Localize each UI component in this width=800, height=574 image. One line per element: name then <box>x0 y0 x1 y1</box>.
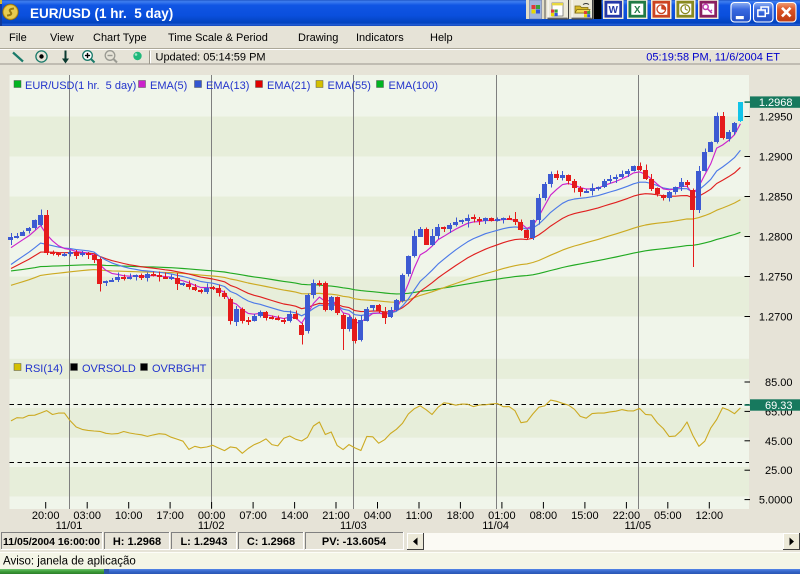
svg-text:11/04: 11/04 <box>482 520 509 532</box>
svg-text:H: 1.2968: H: 1.2968 <box>113 536 161 548</box>
svg-text:11/05/2004 16:00:00: 11/05/2004 16:00:00 <box>3 536 100 548</box>
svg-text:11/01: 11/01 <box>56 520 83 532</box>
svg-text:Indicators: Indicators <box>356 32 404 44</box>
svg-text:X: X <box>634 5 641 16</box>
svg-text:11/02: 11/02 <box>198 520 225 532</box>
svg-text:1.2800: 1.2800 <box>759 232 793 244</box>
svg-text:08:00: 08:00 <box>530 510 558 522</box>
svg-text:05:19:58 PM, 11/6/2004 ET: 05:19:58 PM, 11/6/2004 ET <box>646 52 780 64</box>
svg-text:17:00: 17:00 <box>156 510 184 522</box>
svg-text:L: 1.2943: L: 1.2943 <box>180 536 227 548</box>
svg-text:PV: -13.6054: PV: -13.6054 <box>322 536 387 548</box>
svg-text:5.0000: 5.0000 <box>759 495 793 507</box>
svg-text:05:00: 05:00 <box>654 510 682 522</box>
svg-text:EMA(100): EMA(100) <box>389 80 439 92</box>
svg-text:25.00: 25.00 <box>765 465 793 477</box>
svg-text:EUR/USD(1 hr. 5 day): EUR/USD(1 hr. 5 day) <box>25 80 136 92</box>
svg-text:1.2750: 1.2750 <box>759 272 793 284</box>
svg-text:11/05: 11/05 <box>624 520 651 532</box>
svg-text:EMA(21): EMA(21) <box>267 80 310 92</box>
svg-text:C: 1.2968: C: 1.2968 <box>247 536 295 548</box>
svg-text:1.2950: 1.2950 <box>759 112 793 124</box>
svg-text:Aviso: janela de aplicação: Aviso: janela de aplicação <box>3 556 136 568</box>
svg-text:View: View <box>50 32 74 44</box>
svg-text:15:00: 15:00 <box>571 510 599 522</box>
svg-text:EMA(55): EMA(55) <box>328 80 371 92</box>
svg-text:11/03: 11/03 <box>340 520 367 532</box>
svg-text:Time Scale & Period: Time Scale & Period <box>168 32 268 44</box>
svg-text:14:00: 14:00 <box>281 510 309 522</box>
svg-text:45.00: 45.00 <box>765 436 793 448</box>
svg-text:Updated: 05:14:59 PM: Updated: 05:14:59 PM <box>156 52 266 64</box>
svg-text:OVRSOLD: OVRSOLD <box>82 363 136 375</box>
svg-text:04:00: 04:00 <box>364 510 392 522</box>
svg-text:69.33: 69.33 <box>765 400 793 412</box>
svg-text:12:00: 12:00 <box>696 510 724 522</box>
svg-text:W: W <box>609 5 619 16</box>
svg-text:EMA(5): EMA(5) <box>150 80 187 92</box>
svg-text:85.00: 85.00 <box>765 377 793 389</box>
svg-text:Chart Type: Chart Type <box>93 32 147 44</box>
svg-text:Help: Help <box>430 32 453 44</box>
svg-text:1.2968: 1.2968 <box>759 97 793 109</box>
svg-text:RSI(14): RSI(14) <box>25 363 63 375</box>
svg-text:1.2900: 1.2900 <box>759 152 793 164</box>
svg-text:11:00: 11:00 <box>406 510 433 522</box>
svg-text:18:00: 18:00 <box>447 510 475 522</box>
svg-text:07:00: 07:00 <box>239 510 267 522</box>
svg-text:OVRBGHT: OVRBGHT <box>152 363 207 375</box>
svg-text:1.2700: 1.2700 <box>759 312 793 324</box>
svg-text:EUR/USD (1 hr. 5 day): EUR/USD (1 hr. 5 day) <box>30 6 173 21</box>
svg-text:File: File <box>9 32 27 44</box>
svg-text:Drawing: Drawing <box>298 32 338 44</box>
svg-text:EMA(13): EMA(13) <box>206 80 249 92</box>
svg-text:1.2850: 1.2850 <box>759 192 793 204</box>
svg-text:10:00: 10:00 <box>115 510 143 522</box>
